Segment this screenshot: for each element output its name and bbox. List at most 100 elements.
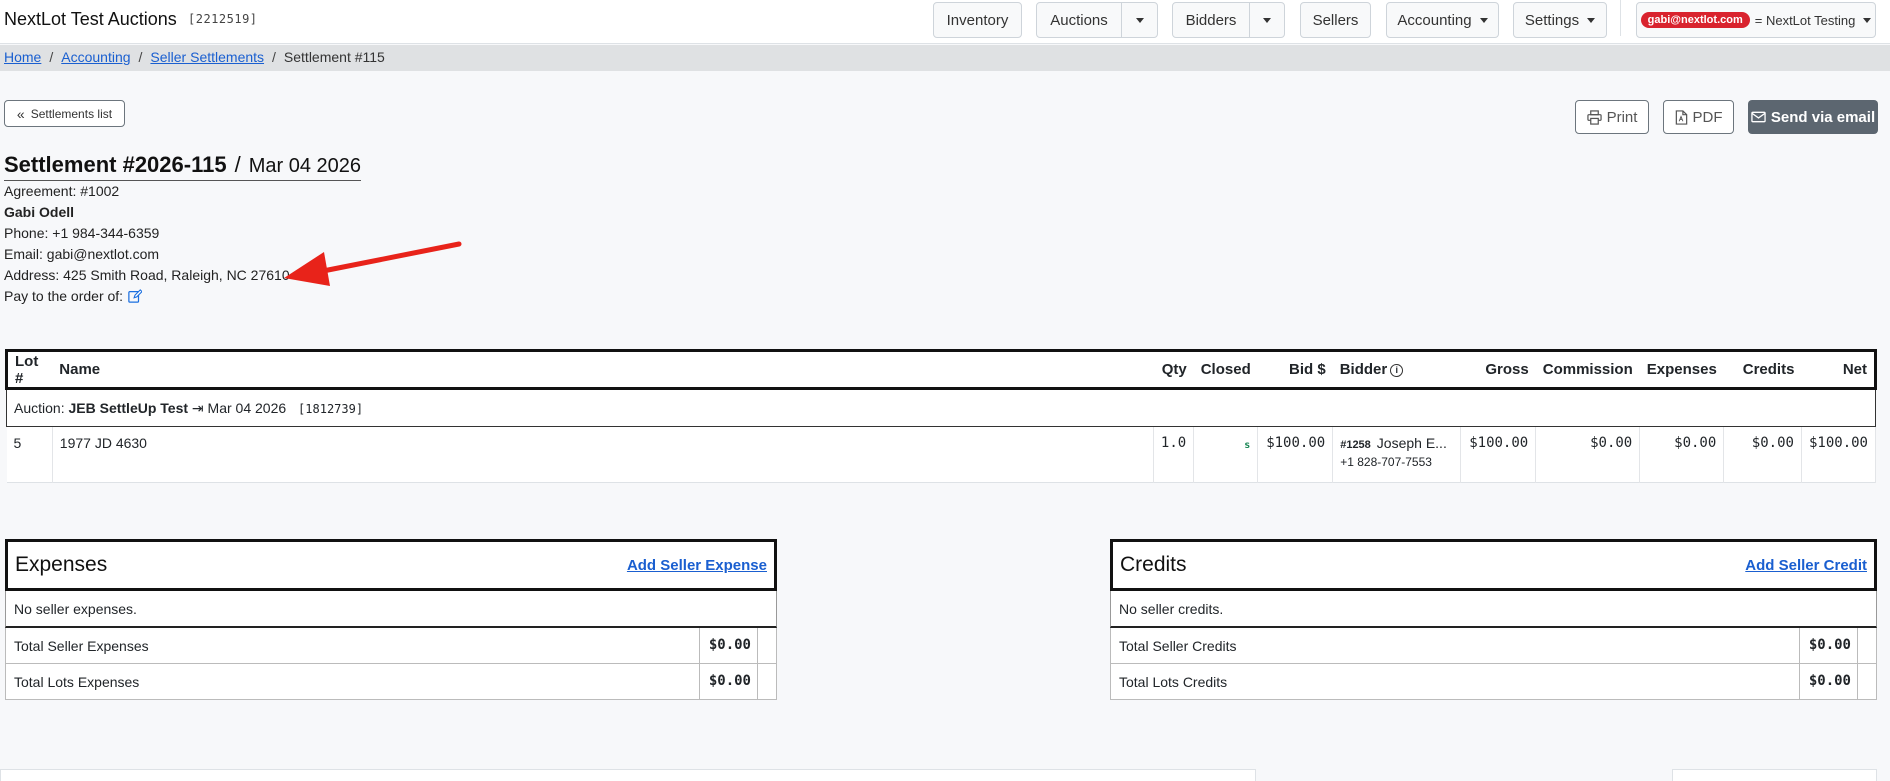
pdf-button[interactable]: PDF [1663,100,1734,134]
seller-phone: Phone: +1 984-344-6359 [4,225,160,241]
print-button[interactable]: Print [1575,100,1649,134]
lots-table-header: Lot # Name Qty Closed Bid $ Bidder i Gros… [5,349,1878,390]
col-gross[interactable]: Gross [1460,349,1536,390]
nav-inventory-button[interactable]: Inventory [933,2,1022,38]
user-menu-button[interactable]: gabi@nextlot.com = NextLot Testing [1636,2,1876,38]
pdf-label: PDF [1692,108,1723,126]
envelope-icon [1751,111,1766,123]
add-seller-expense-link[interactable]: Add Seller Expense [627,557,767,574]
total-seller-credits-label: Total Seller Credits [1119,638,1237,654]
settlement-heading: Settlement #2026-115 / Mar 04 2026 [4,152,361,181]
nav-bidders-button[interactable]: Bidders [1173,12,1249,29]
col-credits[interactable]: Credits [1723,349,1802,390]
auction-id: [1812739] [298,401,364,416]
lot-closed: s [1193,426,1259,483]
chevron-down-icon [1263,17,1271,23]
credits-panel-header: Credits Add Seller Credit [1110,539,1877,591]
bidder-name[interactable]: Joseph E... [1377,435,1447,451]
auction-group-cell: Auction: JEB SettleUp Test ⇥ Mar 04 2026… [6,388,1876,427]
send-via-email-label: Send via email [1770,108,1876,126]
heading-separator: / [234,152,241,177]
breadcrumb: Home / Accounting / Seller Settlements / Settl… [0,45,1890,71]
no-credits-message: No seller credits. [1110,591,1877,628]
lot-qty: 1.0 [1153,426,1195,483]
breadcrumb-separator: / [272,49,276,65]
col-lot-number[interactable]: Lot # [5,349,53,390]
lot-expenses: $0.00 [1639,426,1725,483]
total-lots-credits-value: $0.00 [1799,664,1857,699]
breadcrumb-accounting[interactable]: Accounting [61,49,130,65]
col-bidder[interactable]: Bidder i [1332,349,1461,390]
user-org: = NextLot Testing [1754,12,1856,28]
auction-link-icon[interactable]: ⇥ [192,400,204,416]
nav-auctions-dropdown[interactable] [1121,3,1157,37]
col-name[interactable]: Name [52,349,1154,390]
auction-prefix: Auction: [14,399,65,416]
col-bid[interactable]: Bid $ [1257,349,1333,390]
lots-table: Lot # Name Qty Closed Bid $ Bidder i Gros… [5,349,1878,483]
breadcrumb-separator: / [49,49,54,65]
double-chevron-left-icon: « [16,105,25,122]
chevron-down-icon [1863,17,1872,23]
total-seller-credits-value: $0.00 [1799,628,1857,663]
nav-sellers-button[interactable]: Sellers [1300,2,1371,38]
lot-net: $100.00 [1801,426,1877,483]
lot-number[interactable]: 5 [6,426,53,483]
col-net[interactable]: Net [1801,349,1878,390]
auction-name[interactable]: JEB SettleUp Test [68,400,188,416]
settlement-number: Settlement #2026-115 [4,152,227,177]
seller-address: Address: 425 Smith Road, Raleigh, NC 276… [4,267,290,283]
expenses-title: Expenses [15,553,108,576]
chevron-down-icon [1587,17,1596,23]
print-label: Print [1606,108,1638,126]
col-closed[interactable]: Closed [1193,349,1258,390]
breadcrumb-home[interactable]: Home [4,49,41,65]
nav-bidders-group: Bidders [1172,2,1285,38]
breadcrumb-seller-settlements[interactable]: Seller Settlements [150,49,264,65]
add-seller-credit-link[interactable]: Add Seller Credit [1745,557,1867,574]
brand-id: [2212519] [188,12,258,26]
nav-sellers-label: Sellers [1312,11,1359,29]
annotation-arrow [284,241,462,286]
pay-to-order-label: Pay to the order of: [4,288,124,304]
col-expenses[interactable]: Expenses [1639,349,1724,390]
total-seller-credits-row: Total Seller Credits $0.00 [1110,628,1877,664]
total-lots-expenses-label: Total Lots Expenses [14,674,140,690]
breadcrumb-current: Settlement #115 [283,49,385,65]
nav-auctions-group: Auctions [1036,2,1158,38]
col-qty[interactable]: Qty [1153,349,1194,390]
breadcrumb-separator: / [138,49,143,65]
lot-name[interactable]: 1977 JD 4630 [52,426,1154,483]
nav-settings-button[interactable]: Settings [1513,2,1607,38]
bidder-phone: +1 828-707-7553 [1340,455,1432,469]
pay-to-order-row: Pay to the order of: [4,288,143,304]
edit-icon[interactable] [128,289,143,303]
col-commission[interactable]: Commission [1535,349,1640,390]
expenses-panel-header: Expenses Add Seller Expense [5,539,777,591]
credits-title: Credits [1120,553,1187,576]
nav-settings-label: Settings [1524,11,1580,29]
totals-table-edge [1672,769,1877,781]
total-lots-credits-label: Total Lots Credits [1119,674,1228,690]
row-spacer [1857,628,1876,663]
info-icon[interactable]: i [1390,363,1404,377]
send-via-email-button[interactable]: Send via email [1748,100,1878,134]
top-navbar: NextLot Test Auctions [2212519] Inventor… [0,0,1890,44]
lot-bidder: #1258 Joseph E... +1 828-707-7553 [1332,426,1462,483]
auction-group-row: Auction: JEB SettleUp Test ⇥ Mar 04 2026… [6,388,1876,427]
table-row: 5 1977 JD 4630 1.0 s $100.00 #1258 Joseph… [6,426,1877,483]
settlements-list-button[interactable]: « Settlements list [4,100,125,127]
total-lots-credits-row: Total Lots Credits $0.00 [1110,664,1877,700]
lot-bid: $100.00 [1257,426,1334,483]
printer-icon [1586,109,1602,125]
user-email-badge: gabi@nextlot.com [1640,12,1750,28]
nav-auctions-button[interactable]: Auctions [1037,12,1121,29]
nav-divider [1620,0,1621,36]
nav-accounting-button[interactable]: Accounting [1386,2,1499,38]
row-spacer [1857,664,1876,699]
total-lots-expenses-value: $0.00 [699,664,757,699]
nav-bidders-dropdown[interactable] [1249,3,1284,37]
brand-title[interactable]: NextLot Test Auctions [4,9,177,30]
seller-name: Gabi Odell [4,204,75,220]
bidder-number[interactable]: #1258 [1340,439,1371,451]
